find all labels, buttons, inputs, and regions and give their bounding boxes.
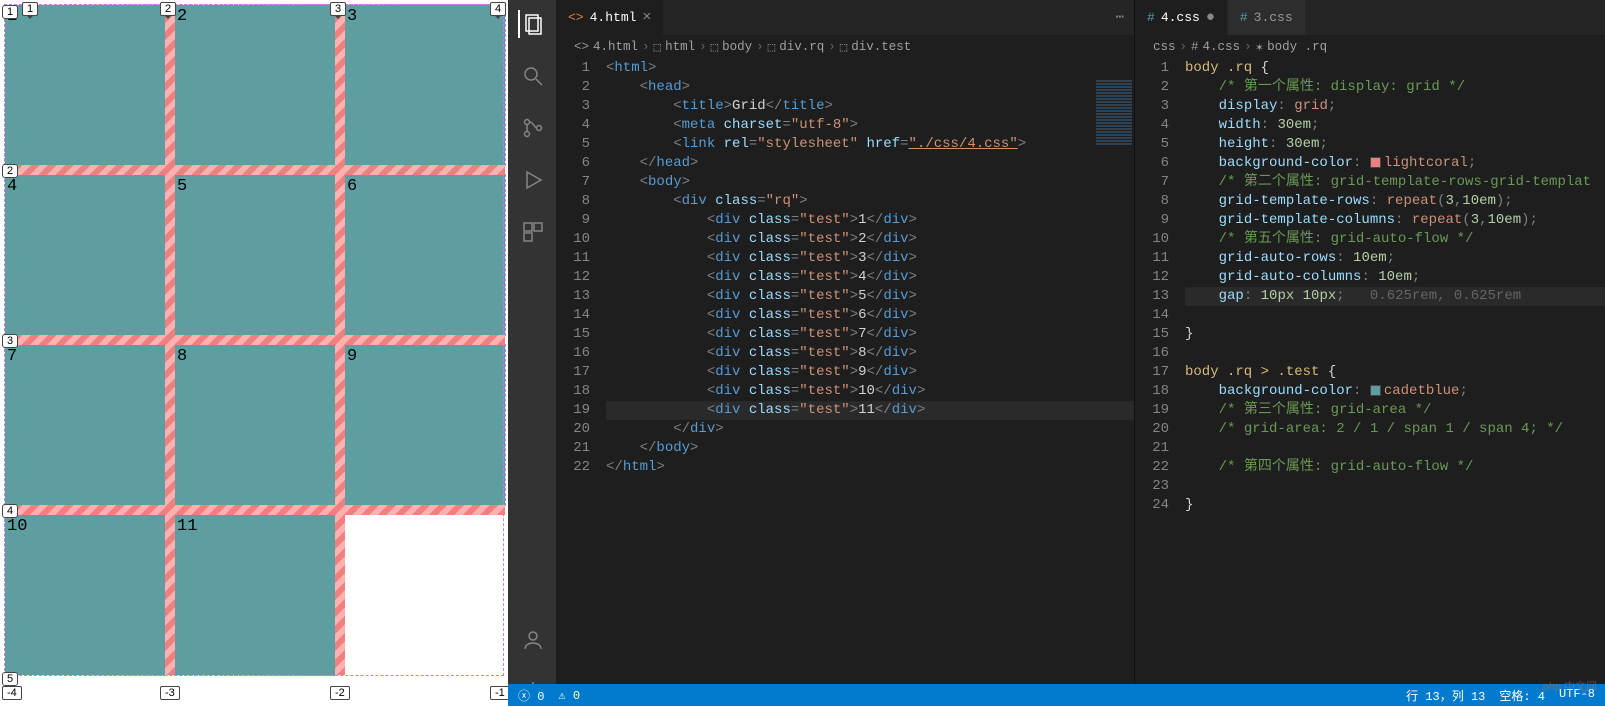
html-file-icon: <> — [568, 10, 584, 25]
account-icon[interactable] — [518, 626, 546, 654]
tab-bar: # 4.css ● # 3.css — [1135, 0, 1605, 35]
indent-status[interactable]: 空格: 4 — [1499, 687, 1545, 704]
grid-line-label: 2 — [160, 2, 176, 16]
tab-bar: <> 4.html × ⋯ — [556, 0, 1134, 35]
watermark: php 中文网 — [1543, 678, 1597, 694]
activity-bar — [508, 0, 556, 706]
grid-line-neg-label: -3 — [160, 686, 180, 700]
close-icon[interactable]: × — [642, 9, 651, 26]
grid-cell[interactable]: 2 — [175, 5, 335, 165]
grid-line-label: 4 — [490, 2, 506, 16]
search-icon[interactable] — [518, 62, 546, 90]
code-editor-css[interactable]: 123456789101112131415161718192021222324 … — [1135, 59, 1605, 706]
status-bar: ⓧ 0 ⚠ 0 行 13，列 13 空格: 4 UTF-8 — [508, 684, 1605, 706]
grid-cell[interactable]: 10 — [5, 515, 165, 675]
grid-line-label: 2 — [2, 164, 18, 178]
grid-line-label: 3 — [330, 2, 346, 16]
breadcrumb[interactable]: css› #4.css› ✶body .rq — [1135, 35, 1605, 59]
breadcrumb[interactable]: <> 4.html› ⬚html› ⬚body› ⬚div.rq› ⬚div.t… — [556, 35, 1134, 59]
rule-icon: ✶ — [1256, 39, 1264, 55]
minimap[interactable] — [1094, 79, 1134, 199]
grid-line-label: 1 — [2, 5, 18, 19]
grid-line-neg-label: -4 — [2, 686, 22, 700]
grid-cell[interactable]: 4 — [5, 175, 165, 335]
browser-preview: 1 2 3 4 5 6 7 8 9 10 11 1 2 3 4 1 2 3 4 … — [0, 0, 508, 706]
source-control-icon[interactable] — [518, 114, 546, 142]
extensions-icon[interactable] — [518, 218, 546, 246]
grid-cell[interactable]: 3 — [345, 5, 505, 165]
grid-cell[interactable]: 11 — [175, 515, 335, 675]
grid-cell[interactable]: 6 — [345, 175, 505, 335]
grid-devtools-overlay: 1 2 3 4 5 6 7 8 9 10 11 1 2 3 4 1 2 3 4 … — [0, 0, 508, 680]
problems-warnings[interactable]: ⚠ 0 — [558, 688, 580, 703]
grid-line-label: 1 — [22, 2, 38, 16]
dirty-icon[interactable]: ● — [1206, 9, 1215, 26]
tab-4-css[interactable]: # 4.css ● — [1135, 0, 1228, 35]
grid-cell[interactable]: 5 — [175, 175, 335, 335]
tab-label: 4.css — [1161, 10, 1200, 25]
tab-label: 4.html — [590, 10, 637, 25]
vscode-window: <> 4.html × ⋯ <> 4.html› ⬚html› ⬚body› ⬚… — [508, 0, 1605, 706]
tab-4-html[interactable]: <> 4.html × — [556, 0, 664, 35]
tab-3-css[interactable]: # 3.css — [1228, 0, 1306, 35]
code-editor-html[interactable]: 12345678910111213141516171819202122 <htm… — [556, 59, 1134, 706]
html-file-icon: <> — [574, 40, 589, 54]
editor-group-html: <> 4.html × ⋯ <> 4.html› ⬚html› ⬚body› ⬚… — [556, 0, 1135, 706]
grid-line-label: 3 — [2, 334, 18, 348]
grid-line-label: 5 — [2, 672, 18, 686]
cube-icon: ⬚ — [654, 39, 662, 55]
problems-errors[interactable]: ⓧ 0 — [518, 687, 544, 704]
grid-cell[interactable]: 8 — [175, 345, 335, 505]
grid-line-label: 4 — [2, 504, 18, 518]
css-file-icon: # — [1147, 10, 1155, 25]
grid-line-neg-label: -2 — [330, 686, 350, 700]
cube-icon: ⬚ — [840, 39, 848, 55]
debug-icon[interactable] — [518, 166, 546, 194]
cube-icon: ⬚ — [711, 39, 719, 55]
cursor-position[interactable]: 行 13，列 13 — [1406, 687, 1485, 704]
css-file-icon: # — [1240, 10, 1248, 25]
files-icon[interactable] — [518, 10, 546, 38]
tab-more-icon[interactable]: ⋯ — [1106, 0, 1134, 35]
css-file-icon: # — [1191, 40, 1199, 54]
cube-icon: ⬚ — [768, 39, 776, 55]
grid-cell[interactable]: 1 — [5, 5, 165, 165]
grid-cell[interactable]: 9 — [345, 345, 505, 505]
tab-label: 3.css — [1254, 10, 1293, 25]
grid-cell[interactable]: 7 — [5, 345, 165, 505]
editor-group-css: # 4.css ● # 3.css css› #4.css› ✶body .rq… — [1135, 0, 1605, 706]
grid-line-neg-label: -1 — [490, 686, 508, 700]
